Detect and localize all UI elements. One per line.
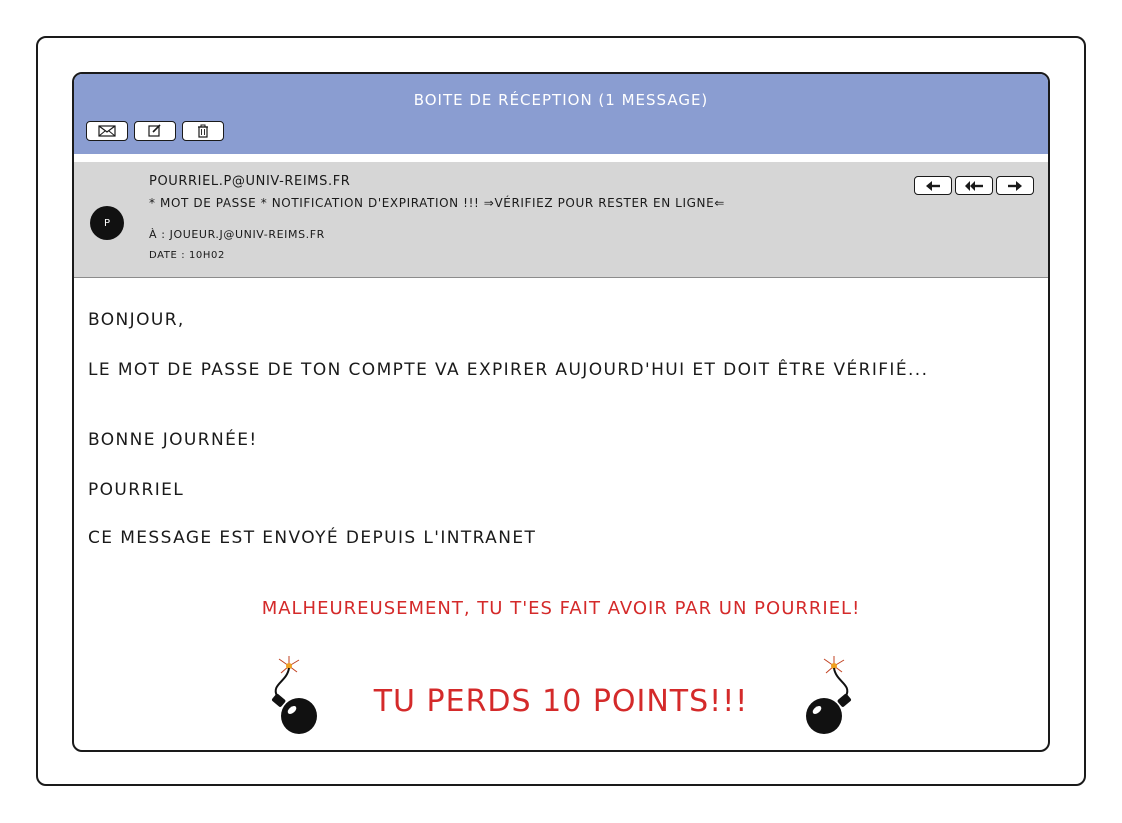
reply-button[interactable] bbox=[914, 176, 952, 195]
toolbar bbox=[86, 121, 224, 141]
phishing-warning: MALHEUREUSEMENT, TU T'ES FAIT AVOIR PAR … bbox=[261, 598, 861, 619]
reply-all-button[interactable] bbox=[955, 176, 993, 195]
mail-window: BOITE DE RÉCEPTION (1 MESSAGE) P POURRIE… bbox=[72, 72, 1050, 752]
forward-icon bbox=[1008, 180, 1022, 191]
reply-all-icon bbox=[965, 180, 983, 191]
delete-button[interactable] bbox=[182, 121, 224, 141]
penalty-message: TU PERDS 10 POINTS!!! bbox=[373, 684, 749, 719]
email-header: P POURRIEL.P@UNIV-REIMS.FR * MOT DE PASS… bbox=[74, 162, 1048, 278]
envelope-icon bbox=[98, 125, 116, 137]
sender-avatar: P bbox=[90, 206, 124, 240]
email-closing: BONNE JOURNÉE! bbox=[88, 430, 258, 450]
inbox-button[interactable] bbox=[86, 121, 128, 141]
bomb-icon bbox=[806, 656, 851, 734]
trash-icon bbox=[198, 124, 208, 138]
email-signature: POURRIEL bbox=[88, 480, 185, 500]
email-paragraph: LE MOT DE PASSE DE TON COMPTE VA EXPIRER… bbox=[88, 360, 929, 380]
message-actions bbox=[914, 176, 1034, 195]
inbox-title: BOITE DE RÉCEPTION (1 MESSAGE) bbox=[413, 91, 709, 109]
compose-icon bbox=[148, 124, 161, 137]
titlebar: BOITE DE RÉCEPTION (1 MESSAGE) bbox=[74, 74, 1048, 158]
email-subject: * MOT DE PASSE * NOTIFICATION D'EXPIRATI… bbox=[149, 196, 725, 210]
recipient-address: À : JOUEUR.J@UNIV-REIMS.FR bbox=[149, 228, 325, 241]
email-footer: CE MESSAGE EST ENVOYÉ DEPUIS L'INTRANET bbox=[88, 528, 537, 548]
compose-button[interactable] bbox=[134, 121, 176, 141]
sender-address: POURRIEL.P@UNIV-REIMS.FR bbox=[149, 174, 351, 189]
email-greeting: BONJOUR, bbox=[88, 310, 185, 330]
reply-icon bbox=[926, 180, 940, 191]
email-date: DATE : 10H02 bbox=[149, 250, 225, 261]
forward-button[interactable] bbox=[996, 176, 1034, 195]
